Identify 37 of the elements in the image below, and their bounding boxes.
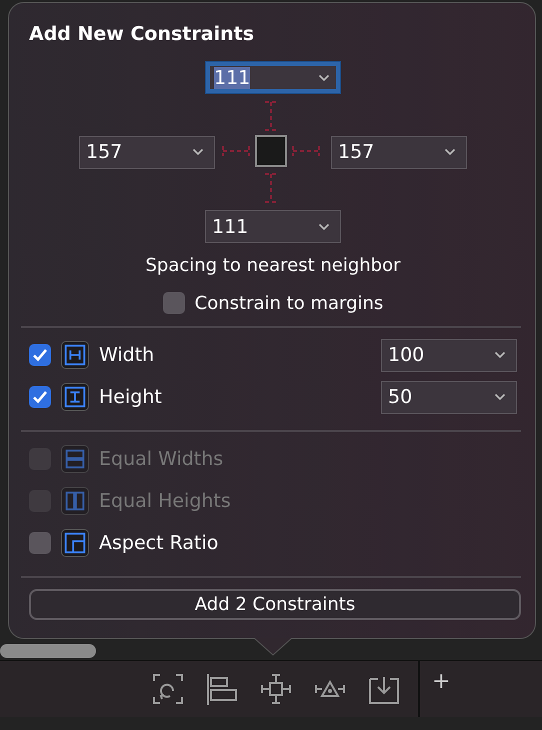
side-by-side-bars-icon	[61, 487, 89, 515]
size-field[interactable]: 50	[381, 380, 517, 414]
left-spacing-field[interactable]: 157	[79, 136, 215, 168]
top-spacing-field[interactable]: 111	[205, 61, 341, 94]
checkmark-icon	[32, 390, 48, 404]
add-constraints-button[interactable]: Add 2 Constraints	[29, 589, 521, 620]
chevron-down-icon	[444, 148, 456, 156]
height-constraint-icon	[61, 383, 89, 411]
chevron-down-icon	[318, 222, 330, 230]
align-icon[interactable]	[206, 673, 238, 705]
chevron-down-icon	[318, 74, 330, 82]
stacked-bars-icon	[61, 445, 89, 473]
checkbox-label: Constrain to margins	[194, 292, 384, 314]
add-label[interactable]: +	[432, 669, 450, 694]
size-field[interactable]: 100	[381, 338, 517, 372]
chevron-down-icon	[494, 393, 506, 401]
constraint-label: Width	[99, 344, 154, 366]
spacing-caption: Spacing to nearest neighbor	[144, 255, 402, 276]
checkbox[interactable]	[29, 386, 51, 408]
scrollbar-thumb[interactable]	[0, 644, 96, 658]
refresh-icon[interactable]	[152, 673, 184, 705]
constraint-label: Equal Widths	[99, 448, 224, 470]
constraint-label: Aspect Ratio	[99, 532, 218, 554]
constraint-label: Height	[99, 386, 162, 408]
constraint-label: Equal Heights	[99, 490, 231, 512]
right-spacing-field[interactable]: 157	[331, 136, 467, 168]
chevron-down-icon	[494, 351, 506, 359]
checkbox[interactable]	[29, 344, 51, 366]
width-constraint-icon	[61, 341, 89, 369]
bottom-spacing-field[interactable]: 111	[205, 210, 341, 243]
pin-icon[interactable]	[260, 673, 292, 705]
checkmark-icon	[32, 348, 48, 362]
popover-title: Add New Constraints	[29, 23, 256, 45]
checkbox[interactable]	[29, 532, 51, 554]
chevron-down-icon	[192, 148, 204, 156]
checkbox[interactable]	[162, 292, 185, 314]
square-in-square-icon	[61, 529, 89, 557]
